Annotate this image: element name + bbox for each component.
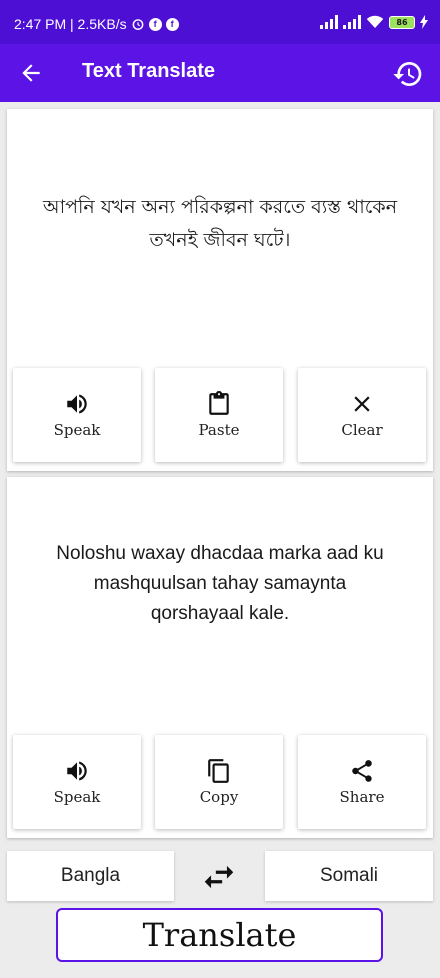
source-card: আপনি যখন অন্য পরিকল্পনা করতে ব্যস্ত থাকে…	[7, 109, 433, 471]
swap-icon[interactable]	[196, 858, 242, 896]
app-bar: Text Translate	[0, 44, 440, 102]
share-button[interactable]: Share	[298, 735, 426, 829]
back-arrow-icon[interactable]	[18, 60, 44, 86]
speaker-icon	[67, 761, 87, 781]
close-icon	[354, 396, 370, 412]
copy-icon	[208, 759, 229, 783]
status-time-speed: 2:47 PM | 2.5KB/s	[14, 16, 127, 32]
notification-icon-2: f	[165, 17, 179, 31]
source-text[interactable]: আপনি যখন অন্য পরিকল্পনা করতে ব্যস্ত থাকে…	[27, 191, 413, 257]
translated-text: Noloshu waxay dhacdaa marka aad ku mashq…	[56, 543, 384, 624]
status-right: 86	[320, 15, 428, 29]
speak-target-button[interactable]: Speak	[13, 735, 141, 829]
target-card: Noloshu waxay dhacdaa marka aad ku mashq…	[7, 477, 433, 838]
translate-button[interactable]: Translate	[56, 908, 383, 962]
copy-label: Copy	[199, 788, 239, 806]
signal-icon-2	[343, 15, 361, 29]
history-icon[interactable]	[392, 58, 424, 90]
speak-source-label: Speak	[53, 421, 101, 439]
target-language-button[interactable]: Somali	[265, 851, 433, 901]
share-icon	[352, 760, 372, 782]
speak-target-label: Speak	[53, 788, 101, 806]
alarm-icon	[131, 17, 145, 31]
clear-button[interactable]: Clear	[298, 368, 426, 462]
wifi-icon	[366, 15, 384, 28]
clipboard-icon	[209, 391, 229, 415]
copy-button[interactable]: Copy	[155, 735, 283, 829]
clear-label: Clear	[341, 421, 383, 439]
notification-icon: f	[148, 17, 162, 31]
source-language-button[interactable]: Bangla	[7, 851, 174, 901]
status-bar: 2:47 PM | 2.5KB/s f f 86	[0, 0, 440, 44]
paste-label: Paste	[198, 421, 240, 439]
status-left: 2:47 PM | 2.5KB/s f f	[14, 16, 179, 32]
share-label: Share	[339, 788, 385, 806]
page-title: Text Translate	[82, 60, 216, 82]
battery-icon: 86	[389, 15, 415, 29]
charging-icon	[420, 15, 428, 29]
paste-button[interactable]: Paste	[155, 368, 283, 462]
signal-icon	[320, 15, 338, 29]
speak-source-button[interactable]: Speak	[13, 368, 141, 462]
speaker-icon	[67, 394, 87, 414]
